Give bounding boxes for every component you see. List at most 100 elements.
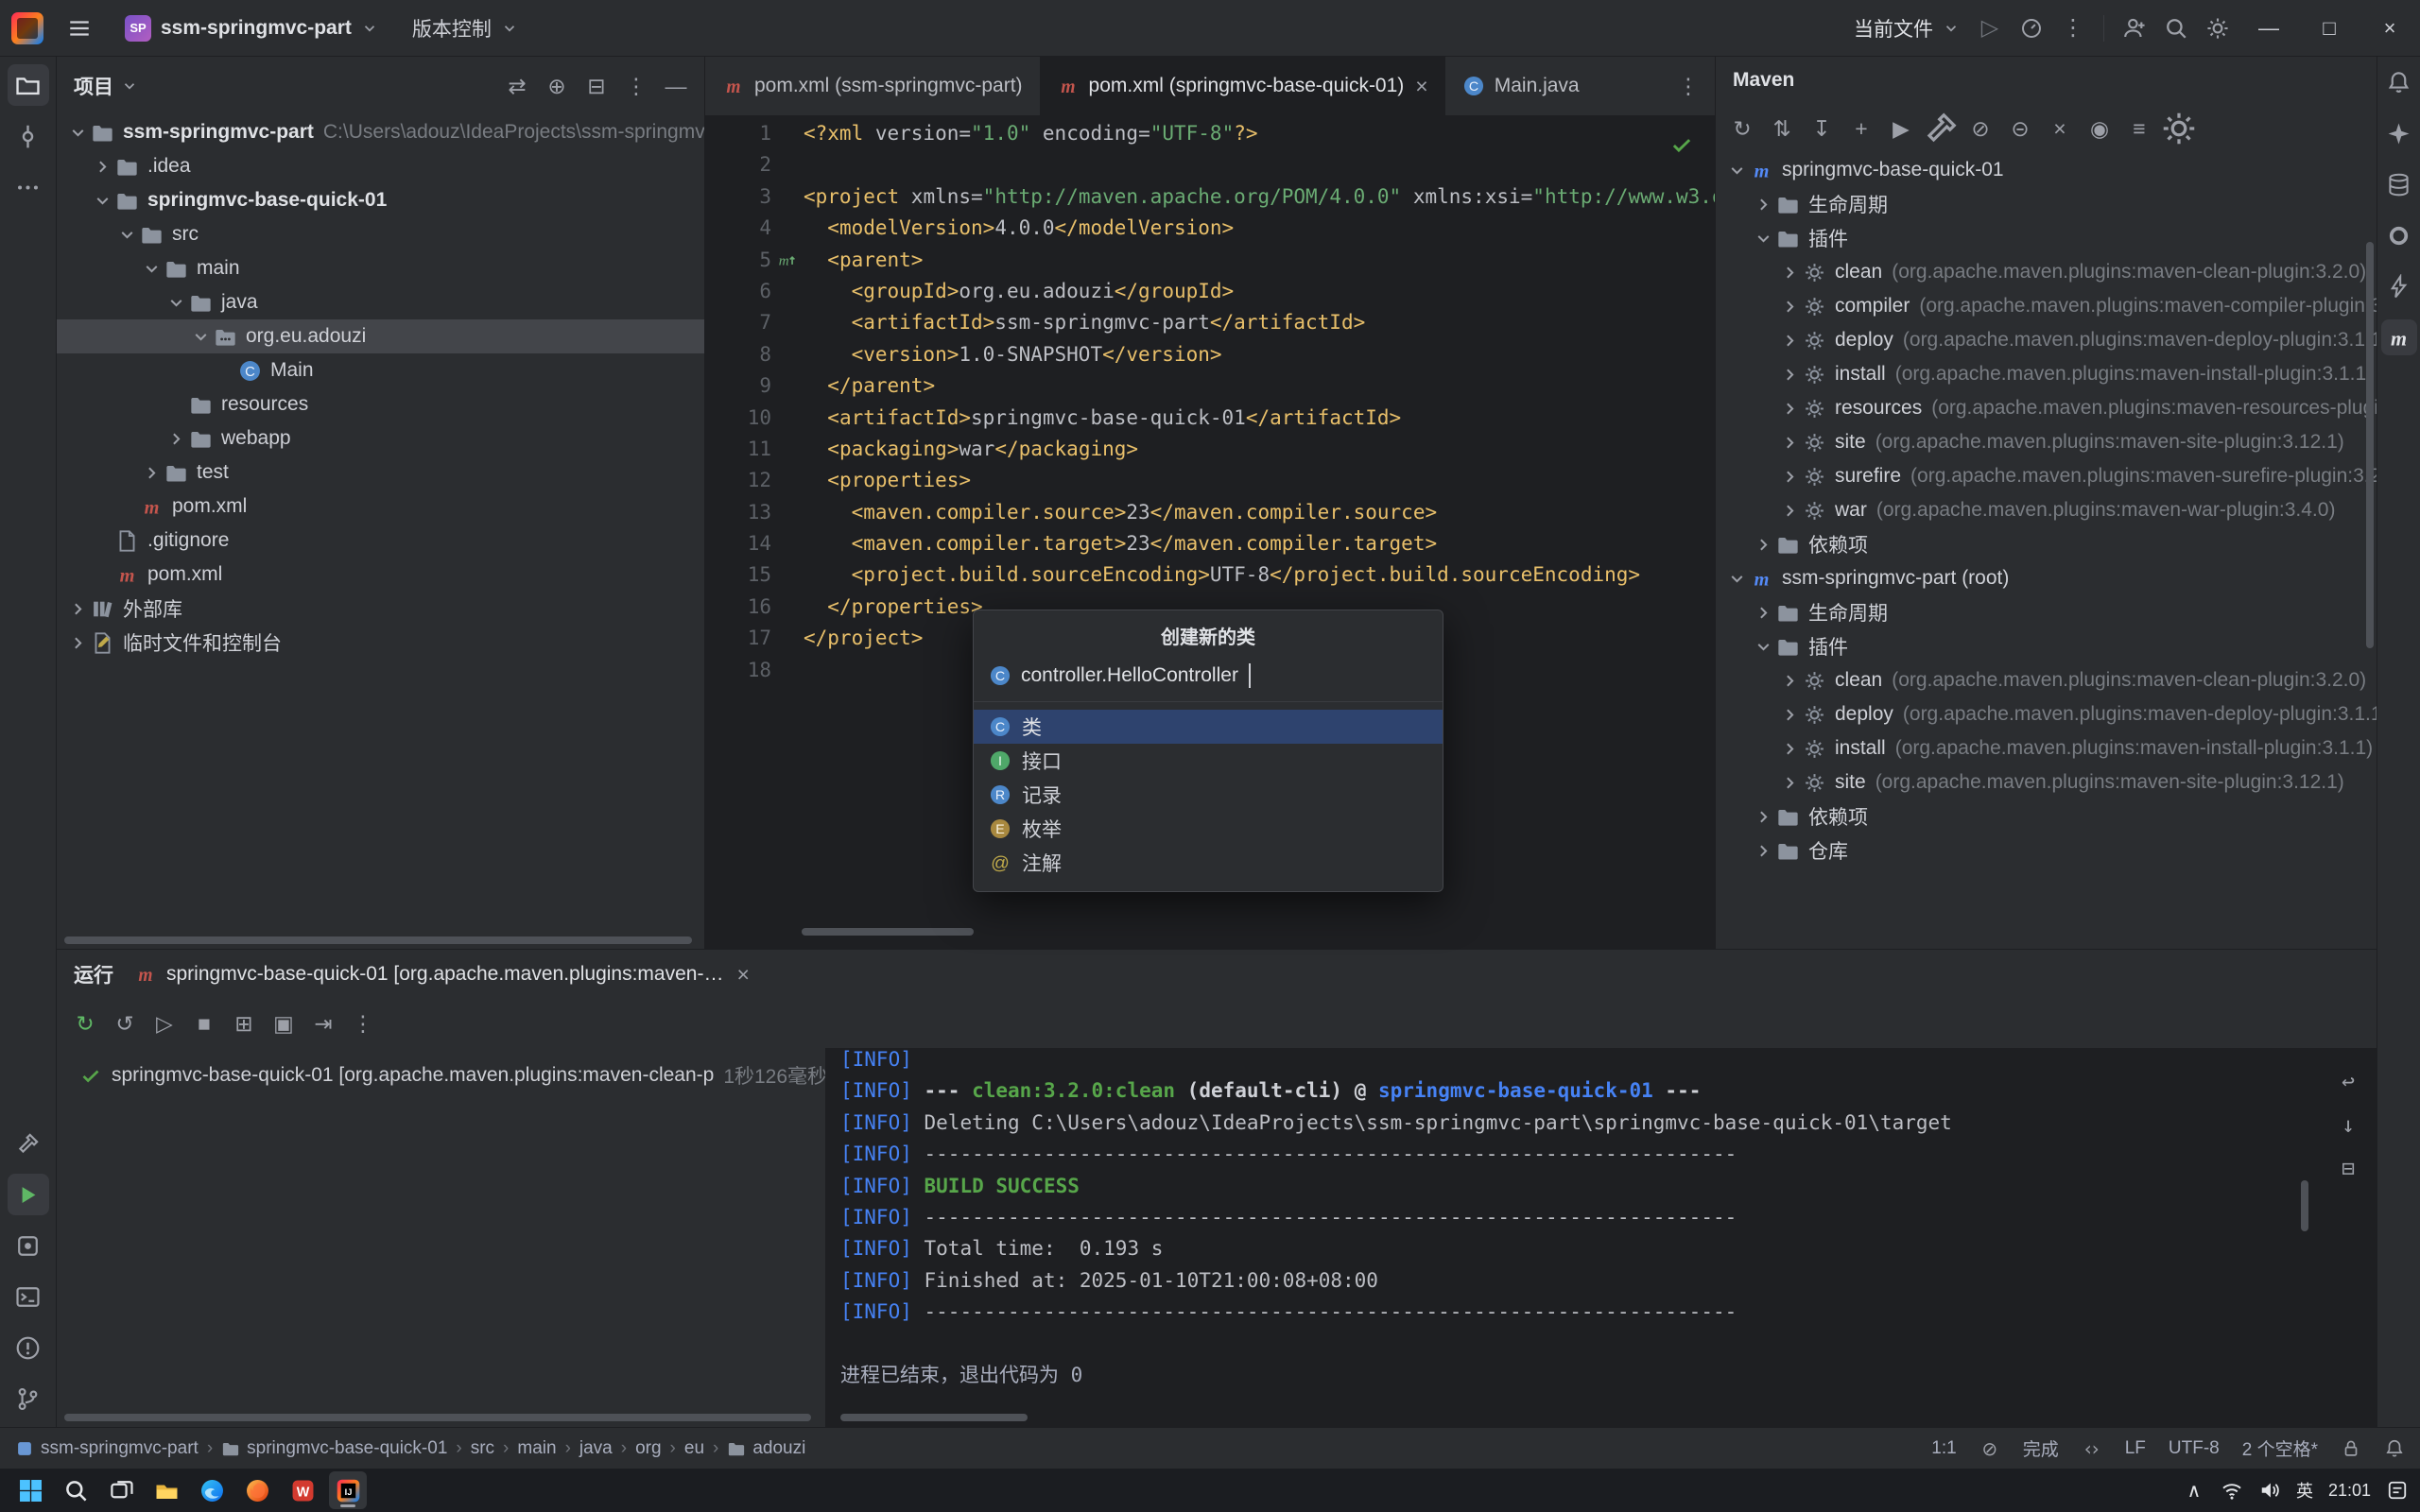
popup-kind-option[interactable]: @注解 xyxy=(974,846,1443,880)
more-tools-icon[interactable] xyxy=(8,166,49,208)
tree-item[interactable]: src xyxy=(57,217,704,251)
sources-icon[interactable]: ⇅ xyxy=(1763,110,1801,147)
run-tree-item[interactable]: springmvc-base-quick-01 [org.apache.mave… xyxy=(57,1048,825,1090)
line-separator[interactable]: LF xyxy=(2125,1438,2146,1459)
more-actions-icon[interactable]: ⋮ xyxy=(2052,8,2094,49)
tree-item[interactable]: org.eu.adouzi xyxy=(57,319,704,353)
clock[interactable]: 21:01 xyxy=(2328,1481,2371,1501)
problems-icon[interactable] xyxy=(8,1327,49,1368)
download-icon[interactable]: ↧ xyxy=(1803,110,1841,147)
tree-item[interactable]: surefire(org.apache.maven.plugins:maven-… xyxy=(1716,459,2377,493)
settings-icon[interactable] xyxy=(2197,8,2238,49)
chevron-right-icon[interactable] xyxy=(1776,467,1803,487)
commit-icon[interactable] xyxy=(8,115,49,157)
notifications-bell-icon[interactable] xyxy=(2381,64,2417,100)
explorer-button[interactable] xyxy=(147,1471,185,1509)
build-icon[interactable] xyxy=(1922,110,1960,147)
run-button[interactable]: ▷ xyxy=(1969,8,2011,49)
resume-icon[interactable]: ▷ xyxy=(146,1005,183,1042)
tree-item[interactable]: install(org.apache.maven.plugins:maven-i… xyxy=(1716,357,2377,391)
search-everywhere-icon[interactable] xyxy=(2155,8,2197,49)
run-tool-icon[interactable] xyxy=(8,1174,49,1215)
chevron-right-icon[interactable] xyxy=(1776,365,1803,385)
chevron-right-icon[interactable] xyxy=(1776,331,1803,351)
window-close-button[interactable]: × xyxy=(2360,0,2420,57)
popup-kind-option[interactable]: R记录 xyxy=(974,778,1443,812)
wps-button[interactable]: W xyxy=(284,1471,321,1509)
chevron-right-icon[interactable] xyxy=(1750,195,1776,215)
tree-item[interactable]: webapp xyxy=(57,421,704,455)
more-icon[interactable]: ⋮ xyxy=(617,67,655,105)
chevron-right-icon[interactable] xyxy=(64,633,91,653)
highlight-level-icon[interactable]: ⊘ xyxy=(1979,1438,2000,1459)
chevron-right-icon[interactable] xyxy=(1776,671,1803,691)
skip-tests-icon[interactable]: ⊘ xyxy=(1962,110,1999,147)
locate-file-icon[interactable]: ⊕ xyxy=(538,67,576,105)
vertical-scrollbar[interactable] xyxy=(2301,1180,2308,1231)
file-encoding[interactable]: UTF-8 xyxy=(2169,1438,2220,1459)
chevron-right-icon[interactable] xyxy=(1776,501,1803,521)
main-menu-icon[interactable] xyxy=(59,8,100,49)
restore-layout-icon[interactable]: ⊞ xyxy=(225,1005,263,1042)
git-branch-icon[interactable] xyxy=(8,1378,49,1419)
breadcrumb-item[interactable]: ssm-springmvc-part xyxy=(15,1438,199,1459)
editor-tab[interactable]: mpom.xml (springmvc-base-quick-01)× xyxy=(1040,57,1445,115)
project-panel-title[interactable]: 项目 xyxy=(74,72,138,100)
tree-item[interactable]: 生命周期 xyxy=(1716,187,2377,221)
search-button[interactable] xyxy=(57,1471,95,1509)
tree-item[interactable]: 生命周期 xyxy=(1716,595,2377,629)
tree-item[interactable]: .gitignore xyxy=(57,524,704,558)
notifications-icon[interactable] xyxy=(2384,1438,2405,1459)
caret-position[interactable]: 1:1 xyxy=(1931,1438,1956,1459)
tree-item[interactable]: deploy(org.apache.maven.plugins:maven-de… xyxy=(1716,697,2377,731)
tree-item[interactable]: main xyxy=(57,251,704,285)
gradle-icon[interactable] xyxy=(2381,217,2417,253)
chevron-right-icon[interactable] xyxy=(1750,535,1776,555)
tree-item[interactable]: ssm-springmvc-partC:\Users\adouz\IdeaPro… xyxy=(57,115,704,149)
close-icon[interactable]: × xyxy=(2041,110,2079,147)
editor-tab[interactable]: CMain.java xyxy=(1445,57,1597,115)
offline-icon[interactable]: ⊝ xyxy=(2001,110,2039,147)
notification-center-icon[interactable] xyxy=(2386,1479,2409,1502)
tree-item[interactable]: war(org.apache.maven.plugins:maven-war-p… xyxy=(1716,493,2377,527)
tree-item[interactable]: install(org.apache.maven.plugins:maven-i… xyxy=(1716,731,2377,765)
close-tab-icon[interactable]: × xyxy=(736,962,749,988)
rerun-failed-icon[interactable]: ↺ xyxy=(106,1005,144,1042)
chevron-right-icon[interactable] xyxy=(89,157,115,177)
tree-item[interactable]: 仓库 xyxy=(1716,833,2377,868)
firefox-button[interactable] xyxy=(238,1471,276,1509)
chevron-down-icon[interactable] xyxy=(163,293,189,313)
popup-kind-option[interactable]: E枚举 xyxy=(974,812,1443,846)
tree-item[interactable]: 插件 xyxy=(1716,629,2377,663)
readonly-lock-icon[interactable] xyxy=(2341,1438,2361,1459)
horizontal-scrollbar[interactable] xyxy=(64,936,692,944)
run-tab[interactable]: m springmvc-base-quick-01 [org.apache.ma… xyxy=(134,962,750,988)
popup-kind-option[interactable]: C类 xyxy=(974,710,1443,744)
breadcrumb-item[interactable]: eu xyxy=(684,1438,704,1459)
scroll-end-icon[interactable]: ⇥ xyxy=(304,1005,342,1042)
chevron-down-icon[interactable] xyxy=(1723,569,1750,589)
chevron-down-icon[interactable] xyxy=(1723,161,1750,180)
dependencies-icon[interactable]: ≡ xyxy=(2120,110,2158,147)
task-view-button[interactable] xyxy=(102,1471,140,1509)
soft-wrap-icon[interactable]: ↩ xyxy=(2329,1063,2367,1101)
class-name-input[interactable]: C controller.HelloController xyxy=(974,660,1443,701)
tree-item[interactable]: 临时文件和控制台 xyxy=(57,626,704,660)
tree-item[interactable]: site(org.apache.maven.plugins:maven-site… xyxy=(1716,765,2377,799)
clear-icon[interactable]: ⊟ xyxy=(2329,1150,2367,1188)
services-icon[interactable] xyxy=(8,1225,49,1266)
chevron-right-icon[interactable] xyxy=(1776,433,1803,453)
tree-item[interactable]: clean(org.apache.maven.plugins:maven-cle… xyxy=(1716,663,2377,697)
tree-item[interactable]: compiler(org.apache.maven.plugins:maven-… xyxy=(1716,289,2377,323)
breadcrumb-item[interactable]: adouzi xyxy=(727,1438,805,1459)
breadcrumb-item[interactable]: src xyxy=(471,1438,494,1459)
tree-item[interactable]: springmvc-base-quick-01 xyxy=(57,183,704,217)
tree-item[interactable]: java xyxy=(57,285,704,319)
project-folder-icon[interactable] xyxy=(8,64,49,106)
chevron-right-icon[interactable] xyxy=(138,463,164,483)
tree-item[interactable]: test xyxy=(57,455,704,490)
code-vision-icon[interactable]: ‹› xyxy=(2082,1438,2102,1459)
input-language[interactable]: 英 xyxy=(2296,1478,2313,1503)
tree-item[interactable]: site(org.apache.maven.plugins:maven-site… xyxy=(1716,425,2377,459)
rerun-icon[interactable]: ↻ xyxy=(66,1005,104,1042)
